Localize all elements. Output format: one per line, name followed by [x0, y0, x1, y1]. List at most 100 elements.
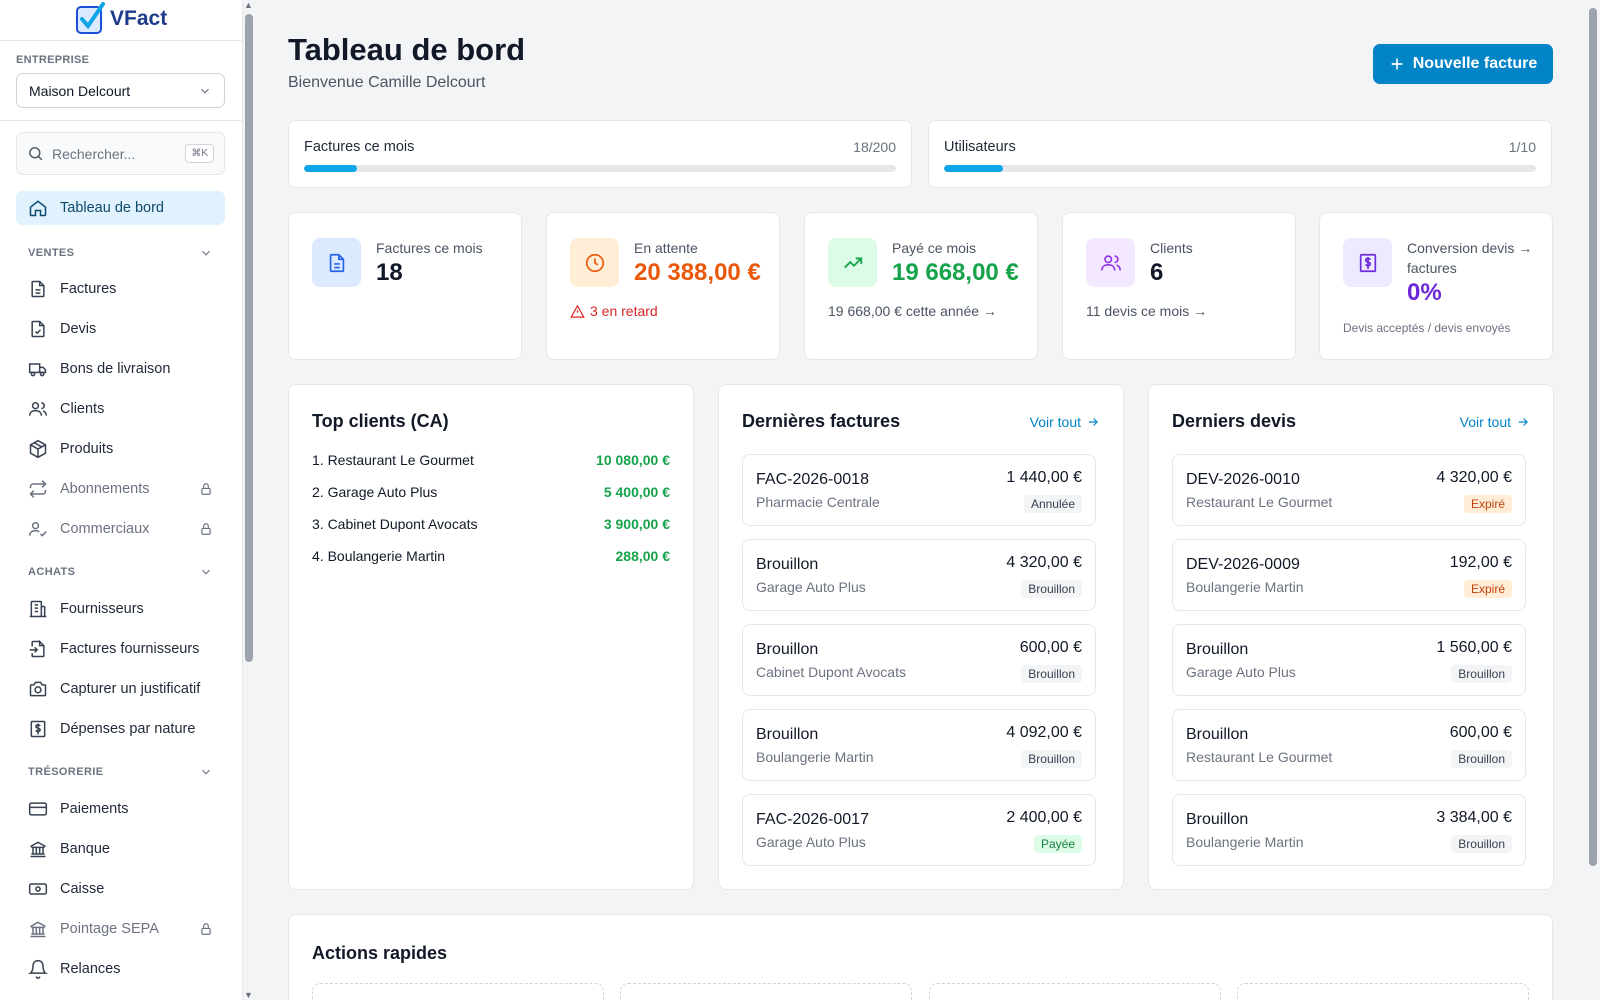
nav-label: Abonnements: [60, 481, 150, 497]
stat-card-paid[interactable]: Payé ce mois 19 668,00 € 19 668,00 € cet…: [804, 212, 1038, 360]
status-badge: Expiré: [1463, 495, 1512, 513]
stat-card-clients[interactable]: Clients 6 11 devis ce mois →: [1062, 212, 1296, 360]
status-badge: Brouillon: [1451, 835, 1512, 853]
nav-factures[interactable]: Factures: [16, 272, 225, 306]
stat-value: 0%: [1407, 279, 1442, 306]
nav-produits[interactable]: Produits: [16, 432, 225, 466]
invoice-row[interactable]: FAC-2026-0018 Pharmacie Centrale 1 440,00 …: [742, 454, 1096, 526]
nav-pointage-sepa[interactable]: Pointage SEPA: [16, 912, 225, 946]
quick-action-tile[interactable]: [929, 983, 1221, 1000]
nav-label: Commerciaux: [60, 521, 150, 537]
invoice-row[interactable]: Brouillon Cabinet Dupont Avocats 600,00 € B…: [742, 624, 1096, 696]
year-total-link[interactable]: 19 668,00 € cette année →: [828, 303, 997, 319]
file-import-icon: [29, 639, 45, 658]
nav-clients[interactable]: Clients: [16, 392, 225, 426]
divider: [0, 40, 242, 41]
sidebar-scrollbar[interactable]: ▲ ▼: [243, 0, 255, 1000]
bell-icon: [28, 959, 48, 979]
trending-up-icon: [828, 238, 877, 287]
page-subtitle: Bienvenue Camille Delcourt: [288, 74, 486, 91]
divider: [0, 120, 242, 121]
quote-row[interactable]: Brouillon Garage Auto Plus 1 560,00 € Broui…: [1172, 624, 1526, 696]
receipt-dollar-icon: [1343, 238, 1392, 287]
nav-relances[interactable]: Relances: [16, 952, 225, 986]
status-badge: Brouillon: [1021, 750, 1082, 768]
nav-label: Tableau de bord: [60, 200, 164, 216]
stat-card-pending[interactable]: En attente 20 388,00 € 3 en retard: [546, 212, 780, 360]
scrollbar-thumb[interactable]: [1589, 8, 1597, 866]
bank-icon: [30, 921, 46, 938]
nav-label: Bons de livraison: [60, 361, 171, 377]
status-badge: Brouillon: [1451, 750, 1512, 768]
nav-commerciaux[interactable]: Commerciaux: [16, 512, 225, 546]
main-scrollbar[interactable]: [1586, 0, 1600, 1000]
nav-bons-livraison[interactable]: Bons de livraison: [16, 352, 225, 386]
nav-abonnements[interactable]: Abonnements: [16, 472, 225, 506]
section-label: ACHATS: [28, 566, 76, 578]
overdue-link[interactable]: 3 en retard: [570, 303, 658, 319]
status-badge: Expiré: [1463, 580, 1512, 598]
quick-action-tile[interactable]: [1237, 983, 1529, 1000]
invoice-row[interactable]: Brouillon Boulangerie Martin 4 092,00 € Bro…: [742, 709, 1096, 781]
users-icon: [1086, 238, 1135, 287]
truck-icon: [28, 363, 47, 377]
panel-title: Dernières factures: [742, 411, 901, 431]
document-client: Restaurant Le Gourmet: [1186, 749, 1333, 765]
section-label: TRÉSORERIE: [28, 766, 104, 778]
nav-paiements[interactable]: Paiements: [16, 792, 225, 826]
scroll-up-arrow-icon[interactable]: ▲: [244, 0, 253, 10]
quote-row[interactable]: DEV-2026-0010 Restaurant Le Gourmet 4 320,…: [1172, 454, 1526, 526]
section-achats[interactable]: ACHATS: [28, 565, 213, 579]
nav-label: Factures fournisseurs: [60, 641, 200, 657]
stat-card-invoices[interactable]: Factures ce mois 18: [288, 212, 522, 360]
lock-icon: [199, 522, 213, 536]
new-invoice-button[interactable]: Nouvelle facture: [1373, 44, 1553, 84]
client-revenue: 5 400,00 €: [603, 484, 670, 500]
document-client: Boulangerie Martin: [756, 749, 874, 765]
camera-icon: [29, 681, 47, 697]
quotes-month-link[interactable]: 11 devis ce mois →: [1086, 303, 1207, 319]
search-input[interactable]: Rechercher... ⌘K: [16, 132, 225, 175]
nav-depenses-nature[interactable]: Dépenses par nature: [16, 712, 225, 746]
quick-action-tile[interactable]: [620, 983, 912, 1000]
nav-capturer-justificatif[interactable]: Capturer un justificatif: [16, 672, 225, 706]
section-ventes[interactable]: VENTES: [28, 246, 213, 260]
quote-row[interactable]: DEV-2026-0009 Boulangerie Martin 192,00 € E…: [1172, 539, 1526, 611]
document-client: Pharmacie Centrale: [756, 494, 880, 510]
company-select[interactable]: Maison Delcourt: [16, 73, 225, 108]
nav-fournisseurs[interactable]: Fournisseurs: [16, 592, 225, 626]
nav-label: Factures: [60, 281, 117, 297]
nav-label: Capturer un justificatif: [60, 681, 201, 697]
document-amount: 3 384,00 €: [1436, 809, 1512, 826]
quote-row[interactable]: Brouillon Boulangerie Martin 3 384,00 € Bro…: [1172, 794, 1526, 866]
nav-caisse[interactable]: Caisse: [16, 872, 225, 906]
document-number: FAC-2026-0017: [756, 811, 869, 828]
arrow-right-icon: [1088, 418, 1098, 426]
nav-devis[interactable]: Devis: [16, 312, 225, 346]
page-title: Tableau de bord: [288, 32, 526, 67]
app-logo[interactable]: VFact: [74, 2, 167, 36]
invoice-row[interactable]: Brouillon Garage Auto Plus 4 320,00 € Broui…: [742, 539, 1096, 611]
quote-row[interactable]: Brouillon Restaurant Le Gourmet 600,00 € Br…: [1172, 709, 1526, 781]
nav-label: Produits: [60, 441, 114, 457]
quick-action-tile[interactable]: [312, 983, 604, 1000]
section-tresorerie[interactable]: TRÉSORERIE: [28, 765, 213, 779]
nav-factures-fournisseurs[interactable]: Factures fournisseurs: [16, 632, 225, 666]
nav-banque[interactable]: Banque: [16, 832, 225, 866]
usage-card-invoices: Factures ce mois 18/200: [288, 120, 912, 188]
stat-value: 6: [1150, 259, 1164, 286]
see-all-invoices-link[interactable]: Voir tout: [1030, 414, 1100, 430]
nav-label: Fournisseurs: [60, 601, 144, 617]
nav-dashboard[interactable]: Tableau de bord: [16, 191, 225, 225]
document-client: Restaurant Le Gourmet: [1186, 494, 1333, 510]
scroll-down-arrow-icon[interactable]: ▼: [244, 990, 253, 1000]
invoice-row[interactable]: FAC-2026-0017 Garage Auto Plus 2 400,00 € P…: [742, 794, 1096, 866]
scrollbar-thumb[interactable]: [245, 14, 253, 662]
nav-label: Caisse: [60, 881, 105, 897]
user-check-icon: [28, 522, 47, 537]
company-label: ENTREPRISE: [16, 54, 90, 66]
see-all-quotes-link[interactable]: Voir tout: [1460, 414, 1530, 430]
document-client: Garage Auto Plus: [756, 579, 866, 595]
client-name: 1. Restaurant Le Gourmet: [312, 452, 474, 468]
search-shortcut: ⌘K: [185, 144, 214, 163]
